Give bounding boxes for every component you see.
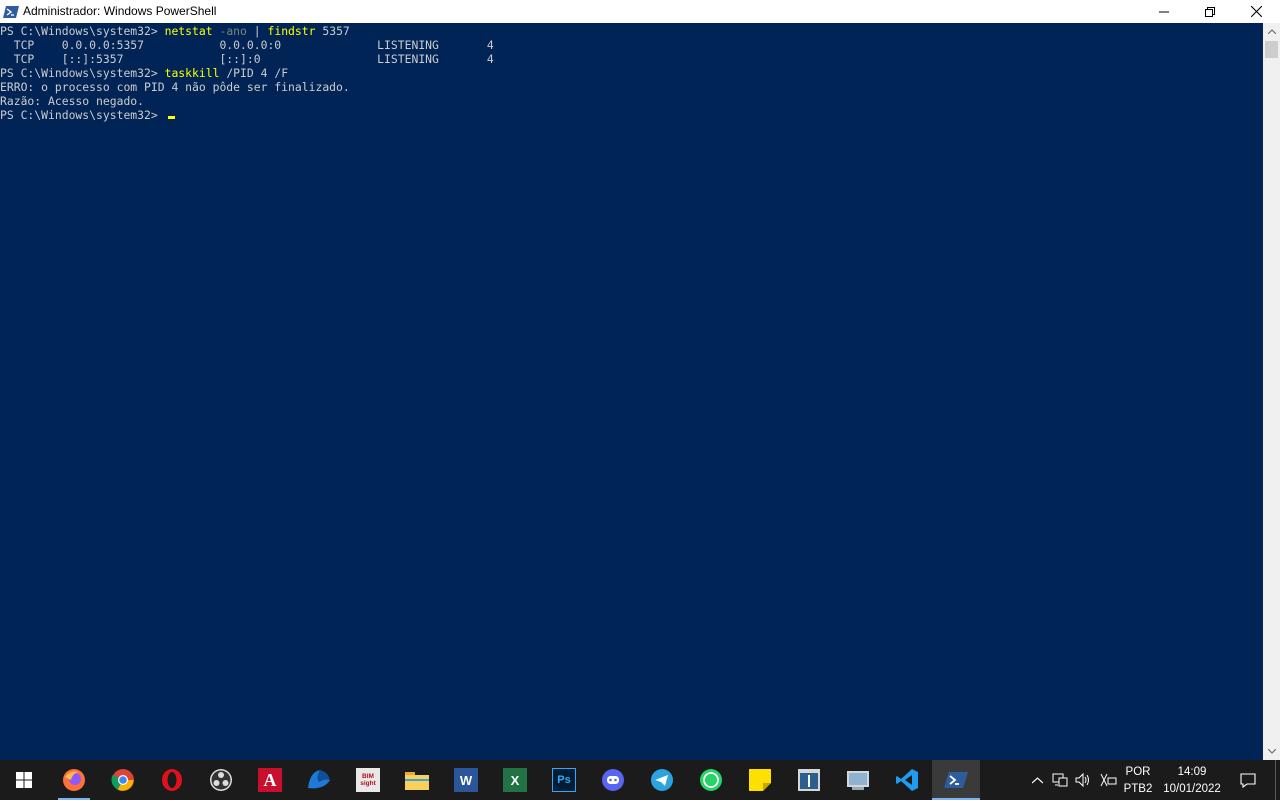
console-output[interactable]: PS C:\Windows\system32> netstat -ano | f… — [0, 23, 1263, 760]
language-indicator[interactable]: POR PTB2 — [1120, 764, 1156, 798]
opera-icon — [162, 769, 182, 791]
powershell-icon — [944, 772, 968, 788]
console-text: PS C:\Windows\system32> — [0, 66, 165, 80]
vertical-scrollbar[interactable] — [1263, 23, 1280, 760]
minimize-button[interactable] — [1141, 0, 1187, 23]
keyboard-pen-icon — [1100, 773, 1117, 787]
show-hidden-icons-button[interactable] — [1028, 770, 1046, 790]
powershell-icon — [3, 5, 19, 18]
console-text: Razão: Acesso negado. — [0, 94, 145, 108]
window-app-icon — [798, 769, 820, 791]
network-tray-button[interactable] — [1051, 770, 1069, 790]
console-command: findstr — [267, 24, 316, 38]
volume-tray-button[interactable] — [1074, 770, 1092, 790]
chevron-up-icon — [1031, 776, 1043, 783]
keyboard-layout: PTB2 — [1123, 783, 1153, 795]
scroll-down-button[interactable] — [1263, 743, 1280, 760]
console-line: PS C:\Windows\system32> taskkill /PID 4 … — [0, 66, 288, 80]
taskbar-system-tool[interactable] — [834, 760, 882, 800]
restore-button[interactable] — [1187, 0, 1233, 23]
taskbar-chrome[interactable] — [99, 760, 147, 800]
taskbar-discord[interactable] — [589, 760, 637, 800]
taskbar-photoshop[interactable]: Ps — [540, 760, 588, 800]
restore-icon — [1205, 6, 1215, 17]
console-line: TCP 0.0.0.0:5357 0.0.0.0:0 LISTENING 4 — [0, 38, 494, 52]
chevron-up-icon — [1267, 29, 1276, 34]
taskbar-bim-sight[interactable]: BIM sight — [344, 760, 392, 800]
console-command: netstat — [164, 24, 213, 38]
scroll-up-button[interactable] — [1263, 23, 1280, 40]
telegram-icon — [651, 769, 673, 791]
sticky-notes-icon — [749, 769, 771, 791]
clock-date: 10/01/2022 — [1163, 783, 1221, 795]
console-text: PS C:\Windows\system32> — [0, 24, 165, 38]
console-text: ERRO: o processo com PID 4 não pôde ser … — [0, 80, 350, 94]
console-line: ERRO: o processo com PID 4 não pôde ser … — [0, 80, 350, 94]
close-button[interactable] — [1233, 0, 1279, 23]
taskbar-telegram[interactable] — [638, 760, 686, 800]
network-icon — [1052, 773, 1068, 787]
console-text: | — [246, 24, 268, 38]
system-tool-icon — [847, 771, 869, 790]
taskbar-sticky-notes[interactable] — [736, 760, 784, 800]
chevron-down-icon — [1267, 749, 1276, 754]
console-text: TCP [::]:5357 [::]:0 LISTENING 4 — [0, 52, 494, 66]
speaker-icon — [1075, 772, 1089, 788]
photoshop-icon: Ps — [552, 768, 576, 792]
taskbar-blue-app[interactable] — [295, 760, 343, 800]
taskbar-vscode[interactable] — [883, 760, 931, 800]
windows-logo-icon — [16, 772, 32, 788]
console-text: /PID 4 /F — [219, 66, 289, 80]
taskbar-obs[interactable] — [197, 760, 245, 800]
obs-icon — [210, 769, 232, 791]
taskbar-window-app[interactable] — [785, 760, 833, 800]
window-title: Administrador: Windows PowerShell — [23, 4, 217, 18]
blue-shape-icon — [308, 770, 330, 789]
autocad-icon: A — [258, 768, 282, 792]
taskbar-excel[interactable]: X — [491, 760, 539, 800]
console-text: 5357 — [315, 24, 350, 38]
console-text: PS C:\Windows\system32> — [0, 108, 165, 122]
console-line: Razão: Acesso negado. — [0, 94, 144, 108]
word-icon: W — [454, 768, 478, 792]
clock[interactable]: 14:09 10/01/2022 — [1160, 764, 1224, 798]
window-titlebar[interactable]: Administrador: Windows PowerShell — [0, 0, 1280, 23]
taskbar-whatsapp[interactable] — [687, 760, 735, 800]
console-line: PS C:\Windows\system32> — [0, 108, 165, 122]
taskbar-firefox[interactable] — [50, 760, 98, 800]
action-center-button[interactable] — [1232, 760, 1264, 800]
taskbar-word[interactable]: W — [442, 760, 490, 800]
notification-icon — [1240, 772, 1256, 788]
vscode-icon — [896, 769, 918, 791]
taskbar-file-explorer[interactable] — [393, 760, 441, 800]
taskbar-opera[interactable] — [148, 760, 196, 800]
taskbar-autocad[interactable]: A — [246, 760, 294, 800]
text-cursor — [168, 116, 175, 119]
console-command: taskkill — [164, 66, 220, 80]
folder-icon — [405, 772, 429, 790]
discord-icon — [602, 769, 624, 791]
show-desktop-button[interactable] — [1275, 760, 1280, 800]
console-parameter: -ano — [212, 24, 247, 38]
console-line: PS C:\Windows\system32> netstat -ano | f… — [0, 24, 350, 38]
taskbar-powershell[interactable] — [932, 760, 980, 800]
taskbar: A BIM sight W X Ps POR PTB2 14:09 10/01/… — [0, 760, 1280, 800]
start-button[interactable] — [0, 760, 48, 800]
excel-icon: X — [503, 768, 527, 792]
firefox-icon — [63, 769, 85, 791]
whatsapp-icon — [700, 769, 722, 791]
console-text: TCP 0.0.0.0:5357 0.0.0.0:0 LISTENING 4 — [0, 38, 494, 52]
console-line: TCP [::]:5357 [::]:0 LISTENING 4 — [0, 52, 494, 66]
scroll-thumb[interactable] — [1265, 41, 1278, 58]
chrome-icon — [111, 769, 134, 791]
input-indicator-button[interactable] — [1099, 770, 1117, 790]
clock-time: 14:09 — [1177, 766, 1207, 778]
close-icon — [1250, 6, 1262, 17]
bim-sight-icon: BIM sight — [356, 768, 380, 792]
language-code: POR — [1125, 766, 1151, 778]
minimize-icon — [1159, 11, 1169, 12]
